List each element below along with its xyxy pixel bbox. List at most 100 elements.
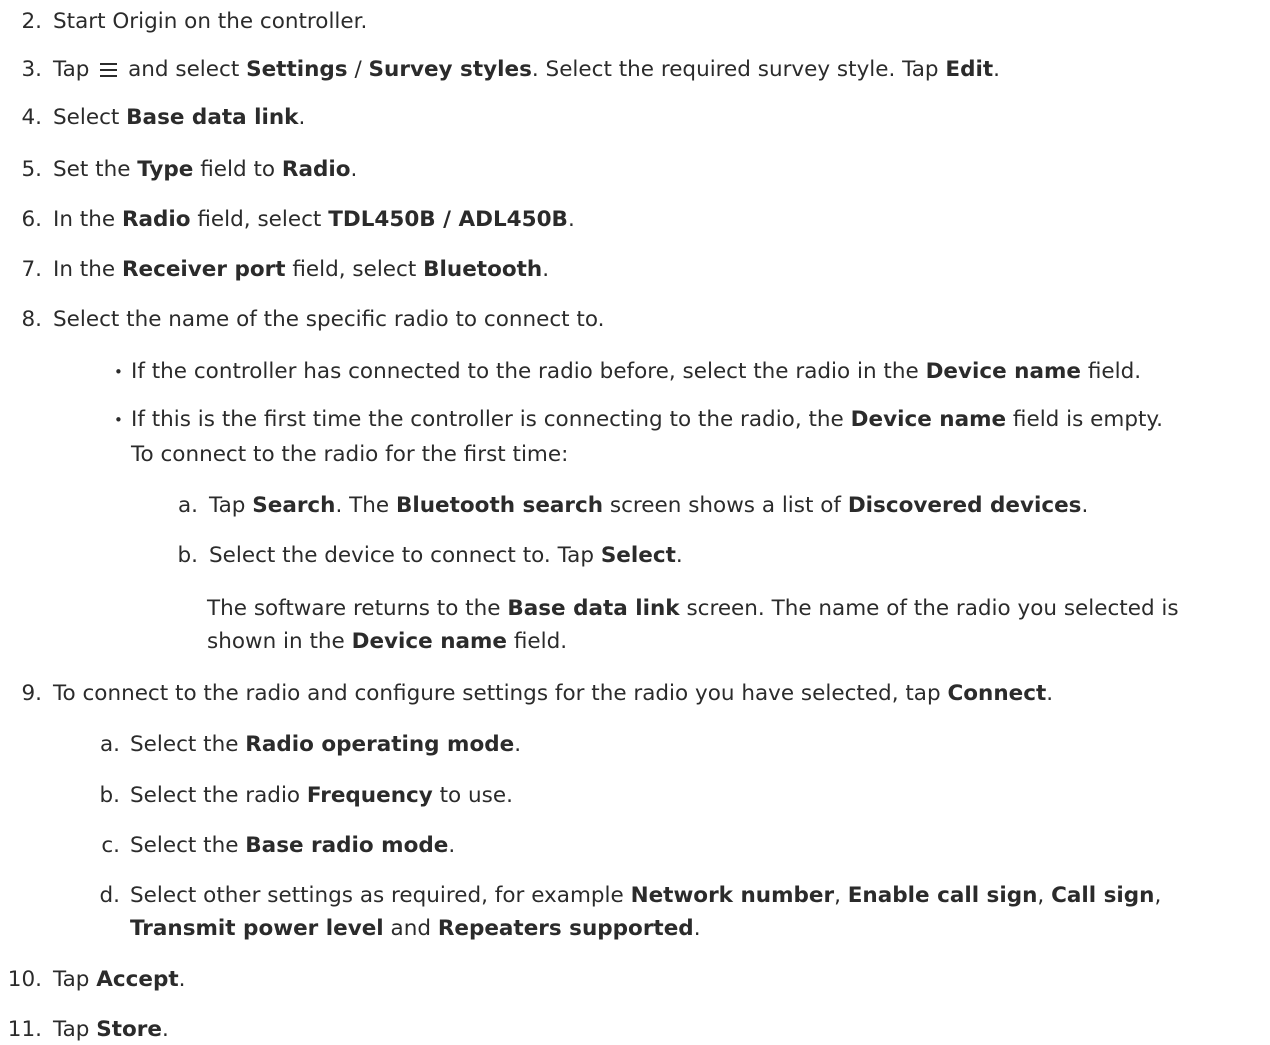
- step-text-part: .: [993, 57, 1000, 82]
- ui-term: Connect: [947, 681, 1047, 706]
- step-text-part: and: [390, 916, 431, 941]
- step-text-part: Tap: [53, 57, 90, 82]
- substep-text: Select the Radio operating mode.: [130, 730, 521, 760]
- step-text-part: Tap: [209, 493, 246, 518]
- ui-term: Bluetooth: [423, 257, 543, 282]
- step-text-part: ,: [1037, 883, 1045, 908]
- step-text-part: to use.: [439, 783, 513, 808]
- step-text-part: and select: [128, 57, 240, 82]
- step-text-part: .: [161, 1017, 169, 1042]
- substep-text: Select the radio Frequency to use.: [130, 781, 513, 811]
- ui-term: Store: [96, 1017, 162, 1042]
- step-number: 3.: [21, 57, 42, 82]
- bullet-text-continued: To connect to the radio for the first ti…: [131, 440, 568, 470]
- step-text: To connect to the radio and configure se…: [53, 679, 1053, 709]
- step-text-part: screen shows a list of: [609, 493, 841, 518]
- substep-text: Tap Search. The Bluetooth search screen …: [209, 491, 1088, 521]
- ui-term: Edit: [945, 57, 994, 82]
- ui-term: Call sign: [1051, 883, 1155, 908]
- step-text-part: field to: [200, 157, 276, 182]
- step-text: Start Origin on the controller.: [53, 7, 367, 37]
- step-text-part: Select the: [130, 732, 239, 757]
- step-text-part: .: [514, 732, 522, 757]
- step-text-part: Select: [53, 105, 120, 130]
- step-text-part: .: [542, 257, 550, 282]
- step-text-part: Start Origin on the controller.: [53, 9, 368, 34]
- menu-icon: [100, 56, 118, 77]
- step-text-part: To connect to the radio and configure se…: [53, 681, 941, 706]
- ui-term: Settings: [246, 57, 348, 82]
- step-number: 10.: [7, 967, 42, 992]
- substep-note: The software returns to the Base data li…: [207, 594, 1179, 624]
- step-text-part: The software returns to the: [207, 596, 501, 621]
- bullet-marker: •: [114, 363, 123, 381]
- substep-letter: c.: [101, 833, 120, 858]
- ui-term: Base data link: [126, 105, 299, 130]
- step-text-part: Tap: [53, 967, 90, 992]
- step-text-part: Select the name of the specific radio to…: [53, 307, 605, 332]
- substep-note-continued: shown in the Device name field.: [207, 627, 567, 657]
- bullet-text: If the controller has connected to the r…: [131, 357, 1141, 387]
- step-text-part: field, select: [197, 207, 322, 232]
- step-text-part: field.: [513, 629, 568, 654]
- step-text-part: . The: [335, 493, 390, 518]
- step-text-part: field.: [1087, 359, 1142, 384]
- substep-text: Select the Base radio mode.: [130, 831, 455, 861]
- ui-term: Receiver port: [121, 257, 286, 282]
- ui-term: Radio operating mode: [245, 732, 515, 757]
- step-text: In the Radio field, select TDL450B / ADL…: [53, 205, 575, 235]
- step-number: 9.: [21, 681, 42, 706]
- ui-term: Repeaters supported: [437, 916, 694, 941]
- substep-letter: a.: [99, 732, 120, 757]
- step-text-part: .: [178, 967, 186, 992]
- step-text-part: In the: [53, 207, 116, 232]
- ui-term: Survey styles: [368, 57, 532, 82]
- step-number: 8.: [21, 307, 42, 332]
- substep-text: Select the device to connect to. Tap Sel…: [209, 541, 683, 571]
- step-text-part: ,: [834, 883, 841, 908]
- ui-term: Frequency: [306, 783, 433, 808]
- step-text-part: Tap: [53, 1017, 90, 1042]
- step-text-part: shown in the: [207, 629, 345, 654]
- step-text-part: screen. The name of the radio you select…: [686, 596, 1179, 621]
- substep-letter: a.: [177, 493, 198, 518]
- step-text-part: Select the device to connect to. Tap: [209, 543, 594, 568]
- step-text: Tap and select Settings / Survey styles.…: [53, 55, 1000, 85]
- ui-term: Select: [600, 543, 676, 568]
- substep-text-continued: Transmit power level and Repeaters suppo…: [130, 914, 701, 944]
- ui-term: Network number: [630, 883, 835, 908]
- step-text: Select Base data link.: [53, 103, 305, 133]
- step-text-part: Set the: [53, 157, 131, 182]
- step-text-part: .: [1081, 493, 1089, 518]
- ui-term: Bluetooth search: [395, 493, 604, 518]
- step-text-part: .: [693, 916, 701, 941]
- step-text-part: .: [448, 833, 456, 858]
- ui-term: Enable call sign: [847, 883, 1038, 908]
- ui-term: Base data link: [507, 596, 680, 621]
- ui-term: Device name: [850, 407, 1007, 432]
- step-text-part: Select the radio: [130, 783, 301, 808]
- ui-term: Search: [252, 493, 336, 518]
- step-text-part: field, select: [292, 257, 417, 282]
- step-text: In the Receiver port field, select Bluet…: [53, 255, 549, 285]
- ui-term: Discovered devices: [847, 493, 1082, 518]
- ui-term: Accept: [96, 967, 179, 992]
- step-text-part: If this is the first time the controller…: [131, 407, 844, 432]
- step-text-part: field is empty.: [1012, 407, 1163, 432]
- step-number: 6.: [21, 207, 42, 232]
- step-text-part: .: [350, 157, 358, 182]
- step-text: Set the Type field to Radio.: [53, 155, 357, 185]
- step-text-part: .: [1046, 681, 1054, 706]
- step-text: Tap Accept.: [53, 965, 185, 995]
- bullet-marker: •: [114, 411, 123, 429]
- ui-term: Type: [137, 157, 194, 182]
- step-text-part: .: [298, 105, 306, 130]
- step-text-part: If the controller has connected to the r…: [131, 359, 919, 384]
- step-text-part: /: [354, 57, 362, 82]
- step-number: 5.: [21, 157, 42, 182]
- step-text-part: .: [675, 543, 683, 568]
- ui-term: Device name: [925, 359, 1081, 384]
- step-text-part: .: [567, 207, 575, 232]
- step-number: 7.: [21, 257, 42, 282]
- ui-term: Base radio mode: [245, 833, 449, 858]
